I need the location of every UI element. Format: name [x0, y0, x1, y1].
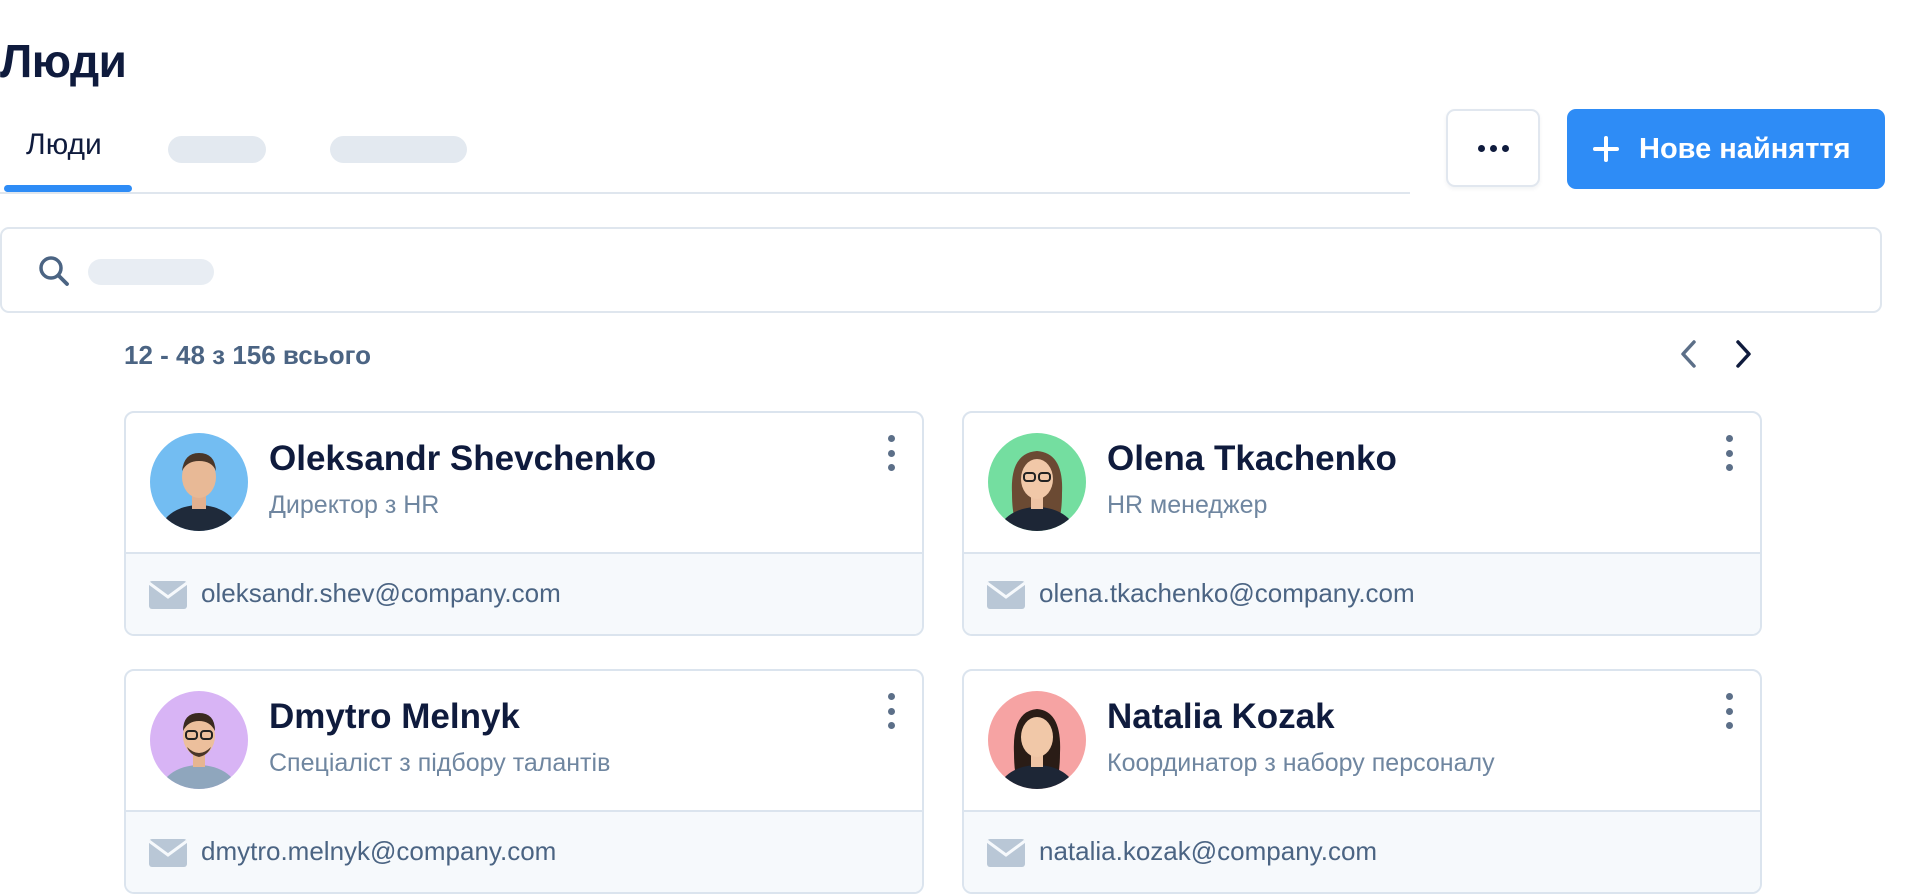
menu-dot — [1725, 435, 1733, 442]
card-menu-button[interactable] — [884, 693, 898, 729]
person-card[interactable]: Olena Tkachenko HR менеджер olena.tkache… — [962, 411, 1762, 636]
person-role: HR менеджер — [1107, 491, 1268, 519]
mail-icon — [986, 839, 1026, 867]
chevron-left-icon[interactable] — [1672, 336, 1706, 372]
more-dot — [1489, 144, 1497, 152]
search-icon — [39, 256, 69, 286]
mail-icon — [986, 581, 1026, 609]
person-card[interactable]: Natalia Kozak Координатор з набору персо… — [962, 669, 1762, 894]
person-role: Директор з HR — [269, 491, 440, 519]
tab-people[interactable]: Люди — [4, 118, 132, 192]
person-name: Dmytro Melnyk — [269, 697, 520, 736]
menu-dot — [887, 693, 895, 700]
person-role: Координатор з набору персоналу — [1107, 749, 1495, 777]
tab-placeholder[interactable] — [330, 136, 467, 163]
active-tab-indicator — [4, 185, 132, 192]
new-hire-button[interactable]: Нове найняття — [1567, 109, 1885, 189]
person-name: Oleksandr Shevchenko — [269, 439, 657, 478]
avatar — [150, 691, 248, 789]
card-footer: dmytro.melnyk@company.com — [126, 810, 922, 892]
menu-dot — [887, 464, 895, 471]
card-footer: olena.tkachenko@company.com — [964, 552, 1760, 634]
card-menu-button[interactable] — [884, 435, 898, 471]
menu-dot — [887, 722, 895, 729]
person-email[interactable]: olena.tkachenko@company.com — [1039, 578, 1415, 609]
menu-dot — [887, 707, 895, 715]
person-name: Olena Tkachenko — [1107, 439, 1397, 478]
page-title: Люди — [0, 35, 127, 87]
search-placeholder — [88, 259, 214, 285]
mail-icon — [148, 839, 188, 867]
more-dot — [1501, 144, 1509, 152]
pagination-summary: 12 - 48 з 156 всього — [124, 340, 371, 370]
more-options-button[interactable] — [1446, 109, 1540, 187]
card-menu-button[interactable] — [1722, 435, 1736, 471]
new-hire-label: Нове найняття — [1639, 132, 1851, 165]
more-dot — [1477, 144, 1485, 152]
person-avatar-icon — [150, 433, 248, 531]
menu-dot — [1725, 707, 1733, 715]
person-card[interactable]: Dmytro Melnyk Спеціаліст з підбору талан… — [124, 669, 924, 894]
person-email[interactable]: oleksandr.shev@company.com — [201, 578, 561, 609]
card-footer: natalia.kozak@company.com — [964, 810, 1760, 892]
menu-dot — [1725, 722, 1733, 729]
person-avatar-icon — [150, 691, 248, 789]
menu-dot — [1725, 464, 1733, 471]
person-name: Natalia Kozak — [1107, 697, 1335, 736]
person-email[interactable]: natalia.kozak@company.com — [1039, 836, 1377, 867]
tab-placeholder[interactable] — [168, 136, 266, 163]
menu-dot — [887, 435, 895, 442]
chevron-right-icon[interactable] — [1726, 336, 1760, 372]
mail-icon — [148, 581, 188, 609]
person-card[interactable]: Oleksandr Shevchenko Директор з HR oleks… — [124, 411, 924, 636]
plus-icon — [1591, 134, 1621, 164]
person-role: Спеціаліст з підбору талантів — [269, 749, 611, 777]
menu-dot — [1725, 693, 1733, 700]
person-avatar-icon — [988, 691, 1086, 789]
avatar — [988, 433, 1086, 531]
person-avatar-icon — [988, 433, 1086, 531]
menu-dot — [1725, 449, 1733, 457]
card-footer: oleksandr.shev@company.com — [126, 552, 922, 634]
avatar — [150, 433, 248, 531]
tab-bar: Люди — [0, 118, 1410, 194]
menu-dot — [887, 449, 895, 457]
tab-people-label: Люди — [26, 128, 102, 161]
avatar — [988, 691, 1086, 789]
person-email[interactable]: dmytro.melnyk@company.com — [201, 836, 556, 867]
search-input[interactable] — [0, 227, 1882, 313]
card-menu-button[interactable] — [1722, 693, 1736, 729]
